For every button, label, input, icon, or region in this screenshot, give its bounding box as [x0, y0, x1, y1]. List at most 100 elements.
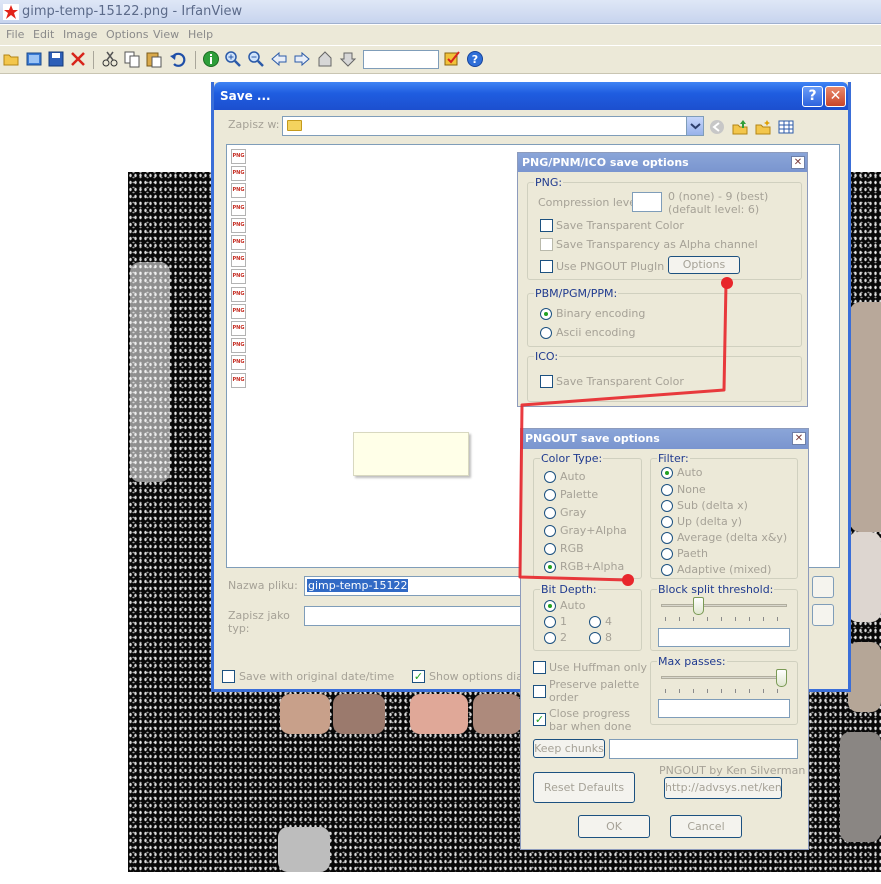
help-icon[interactable]: ? — [466, 50, 484, 68]
menu-file[interactable]: File — [6, 28, 24, 41]
png-file-icon[interactable]: PNG — [231, 252, 246, 268]
filter-auto-radio[interactable] — [661, 467, 673, 479]
png-file-icon[interactable]: PNG — [231, 286, 246, 302]
png-options-titlebar: PNG/PNM/ICO save options ✕ — [518, 153, 807, 172]
copy-icon[interactable] — [123, 50, 141, 68]
image-region — [848, 532, 881, 622]
color-type-gray-alpha-radio[interactable] — [544, 525, 556, 537]
compression-input[interactable] — [632, 192, 662, 212]
bit-depth-auto-radio[interactable] — [544, 600, 556, 612]
thumbnails-icon[interactable] — [316, 50, 334, 68]
save-button[interactable] — [812, 576, 834, 598]
use-huffman-checkbox[interactable] — [533, 661, 546, 674]
png-options-close-button[interactable]: ✕ — [791, 156, 805, 169]
save-alpha-checkbox[interactable] — [540, 238, 553, 251]
save-transparent-checkbox[interactable] — [540, 219, 553, 232]
pngout-options-button[interactable]: Options — [668, 256, 740, 274]
bit-depth-8-radio[interactable] — [589, 632, 601, 644]
ken-silverman-link-button[interactable]: http://advsys.net/ken — [664, 777, 782, 799]
binary-encoding-label: Binary encoding — [556, 307, 646, 320]
max-passes-slider-track[interactable] — [661, 676, 787, 679]
keep-chunks-input[interactable] — [609, 739, 798, 759]
undo-icon[interactable] — [169, 50, 187, 68]
scan-icon[interactable] — [339, 50, 357, 68]
png-file-icon[interactable]: PNG — [231, 166, 246, 182]
new-folder-icon[interactable] — [755, 119, 771, 135]
preserve-palette-checkbox[interactable] — [533, 685, 546, 698]
paste-icon[interactable] — [145, 50, 163, 68]
filter-paeth-radio[interactable] — [661, 548, 673, 560]
png-file-icon[interactable]: PNG — [231, 303, 246, 319]
reset-defaults-button[interactable]: Reset Defaults — [533, 772, 635, 803]
png-file-icon[interactable]: PNG — [231, 372, 246, 388]
block-split-input[interactable] — [658, 628, 790, 647]
color-type-rgb-alpha-radio[interactable] — [544, 561, 556, 573]
lookin-combo[interactable] — [282, 116, 704, 136]
pngout-options-close-button[interactable]: ✕ — [792, 432, 806, 445]
block-split-caption: Block split threshold: — [657, 583, 775, 596]
zoom-out-icon[interactable] — [247, 50, 265, 68]
show-options-checkbox[interactable]: ✓ — [412, 670, 425, 683]
png-file-icon[interactable]: PNG — [231, 235, 246, 250]
save-as-type-select[interactable] — [304, 606, 524, 626]
dialog-close-button[interactable]: ✕ — [825, 86, 846, 107]
dialog-help-button[interactable]: ? — [802, 86, 823, 107]
settings-icon[interactable] — [443, 50, 461, 68]
menu-options[interactable]: Options — [106, 28, 148, 41]
info-icon[interactable] — [202, 50, 220, 68]
color-type-palette-radio[interactable] — [544, 489, 556, 501]
png-file-icon[interactable]: PNG — [231, 200, 246, 216]
filename-input[interactable]: gimp-temp-15122 — [304, 576, 524, 596]
close-progress-checkbox[interactable]: ✓ — [533, 713, 546, 726]
png-file-icon[interactable]: PNG — [231, 338, 246, 354]
color-type-rgb-radio[interactable] — [544, 543, 556, 555]
back-icon[interactable] — [709, 119, 725, 135]
filter-sub-radio[interactable] — [661, 500, 673, 512]
filter-up-radio[interactable] — [661, 516, 673, 528]
previous-icon[interactable] — [270, 50, 288, 68]
keep-chunks-button[interactable]: Keep chunks — [533, 739, 605, 758]
cancel-button[interactable]: Cancel — [670, 815, 742, 838]
filter-none-radio[interactable] — [661, 484, 673, 496]
use-pngout-checkbox[interactable] — [540, 260, 553, 273]
block-split-slider-thumb[interactable] — [693, 597, 705, 615]
menu-help[interactable]: Help — [188, 28, 213, 41]
view-menu-icon[interactable] — [778, 119, 794, 135]
png-file-icon[interactable]: PNG — [231, 149, 246, 164]
png-file-icon[interactable]: PNG — [231, 217, 246, 233]
chevron-down-icon[interactable] — [686, 117, 703, 135]
cancel-button[interactable] — [812, 604, 834, 626]
binary-encoding-radio[interactable] — [540, 308, 552, 320]
menu-view[interactable]: View — [153, 28, 179, 41]
bit-depth-4-radio[interactable] — [589, 616, 601, 628]
ok-button[interactable]: OK — [578, 815, 650, 838]
bit-depth-1-radio[interactable] — [544, 616, 556, 628]
png-file-icon[interactable]: PNG — [231, 269, 246, 285]
open-icon[interactable] — [3, 50, 21, 68]
png-file-icon[interactable]: PNG — [231, 355, 246, 371]
filter-adaptive-radio[interactable] — [661, 564, 673, 576]
max-passes-slider-thumb[interactable] — [776, 669, 787, 687]
max-passes-input[interactable] — [658, 699, 790, 718]
cut-icon[interactable] — [101, 50, 119, 68]
png-file-icon[interactable]: PNG — [231, 321, 246, 336]
filter-auto-label: Auto — [677, 466, 703, 479]
up-folder-icon[interactable] — [732, 119, 748, 135]
bit-depth-2-radio[interactable] — [544, 632, 556, 644]
next-icon[interactable] — [293, 50, 311, 68]
slideshow-icon[interactable] — [25, 50, 43, 68]
zoom-input[interactable] — [363, 50, 439, 69]
block-split-slider-track[interactable] — [661, 604, 787, 607]
save-icon[interactable] — [47, 50, 65, 68]
ascii-encoding-radio[interactable] — [540, 327, 552, 339]
menu-edit[interactable]: Edit — [33, 28, 54, 41]
ico-transparent-checkbox[interactable] — [540, 375, 553, 388]
zoom-in-icon[interactable] — [224, 50, 242, 68]
menu-image[interactable]: Image — [63, 28, 97, 41]
original-date-checkbox[interactable] — [222, 670, 235, 683]
filter-average-radio[interactable] — [661, 532, 673, 544]
color-type-gray-radio[interactable] — [544, 507, 556, 519]
color-type-auto-radio[interactable] — [544, 471, 556, 483]
delete-icon[interactable] — [69, 50, 87, 68]
png-file-icon[interactable]: PNG — [231, 183, 246, 199]
